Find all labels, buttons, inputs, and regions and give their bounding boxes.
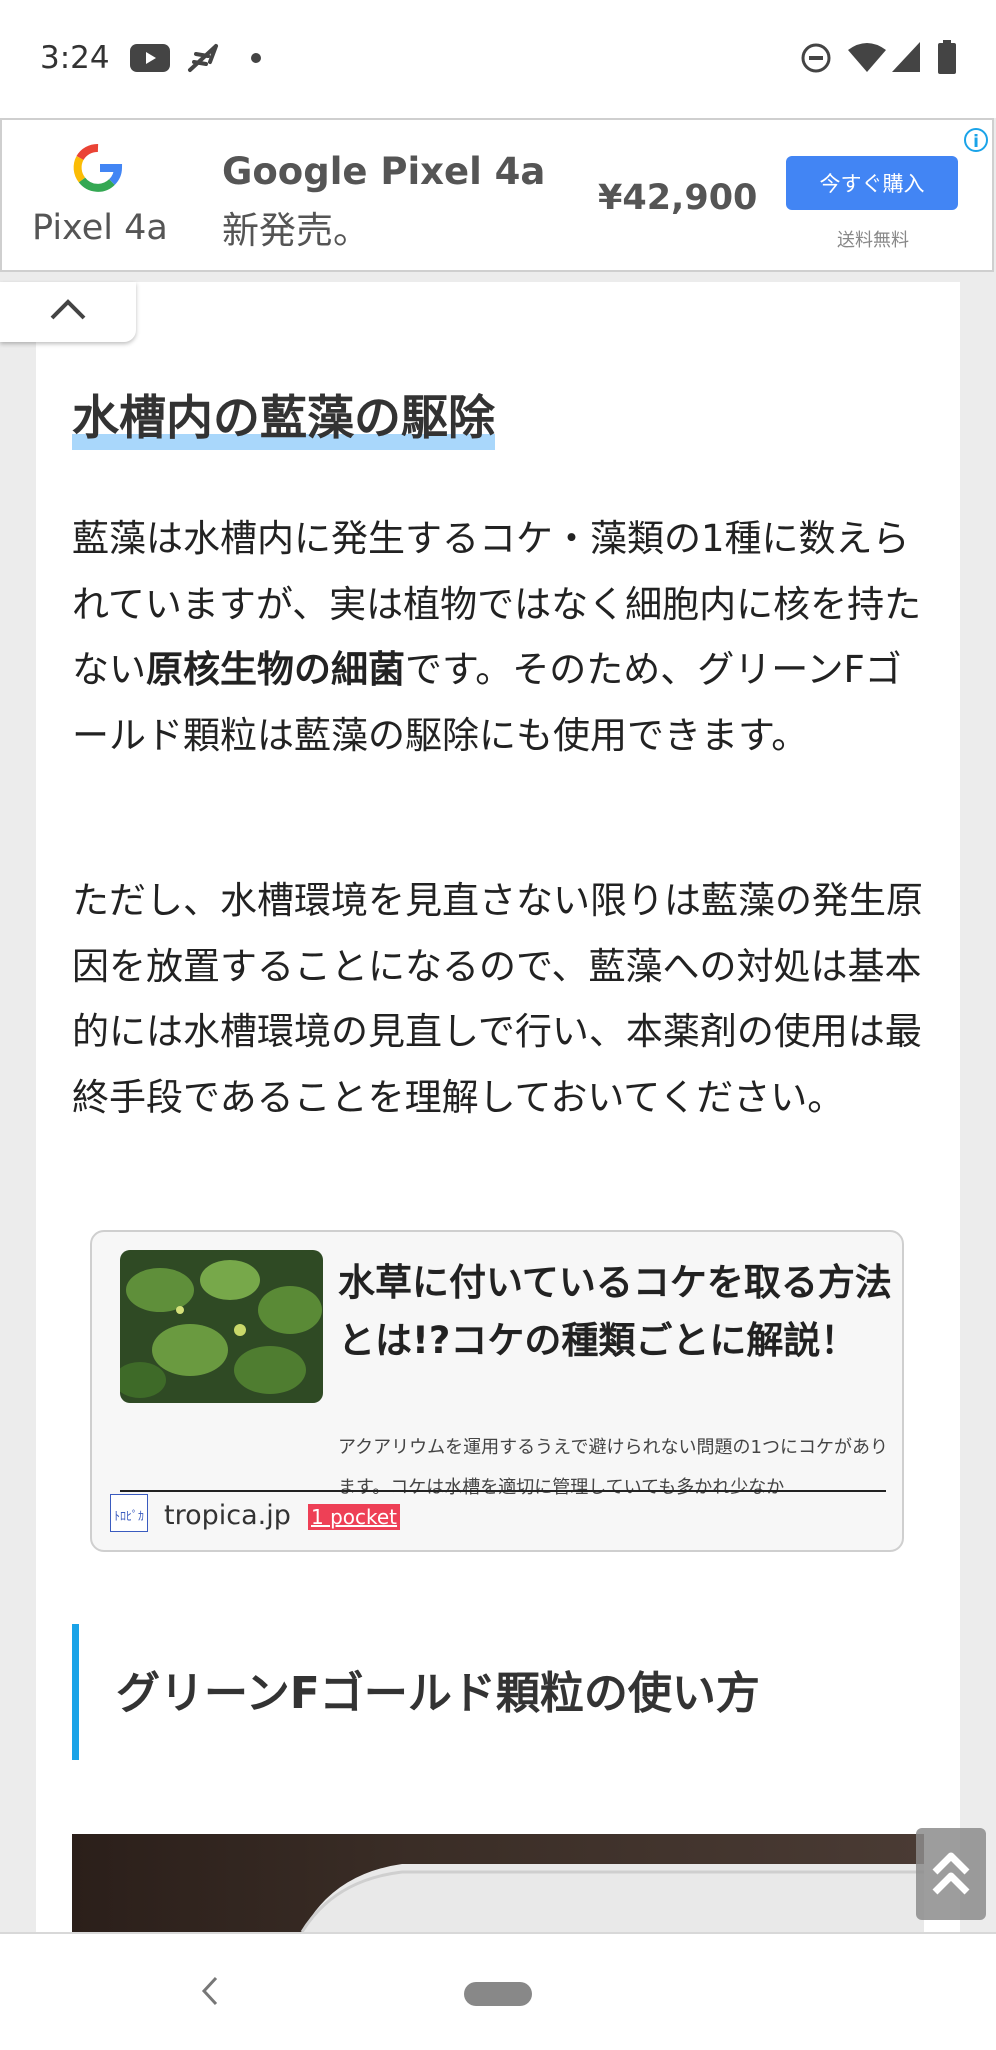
- battery-icon: [938, 40, 956, 74]
- pocket-count-badge[interactable]: 1 pocket: [308, 1504, 401, 1530]
- article-paragraph-2: ただし、水槽環境を見直さない限りは藍藻の発生原因を放置することになるので、藍藻へ…: [72, 879, 923, 1119]
- status-time: 3:24: [40, 40, 110, 76]
- home-pill-button[interactable]: [464, 1982, 532, 2006]
- youtube-icon: [130, 44, 170, 72]
- section-heading: 水槽内の藍藻の駆除: [72, 388, 495, 450]
- scroll-to-top-button[interactable]: [916, 1828, 986, 1920]
- site-favicon-icon: ﾄﾛﾋﾟｶ: [109, 1493, 149, 1533]
- chevron-up-icon: [50, 299, 86, 320]
- ad-banner[interactable]: Pixel 4a Google Pixel 4a 新発売。 ¥42,900 今す…: [0, 118, 994, 272]
- related-article-site[interactable]: tropica.jp: [164, 1500, 291, 1531]
- back-icon[interactable]: [200, 1974, 220, 2008]
- google-logo-icon: [73, 144, 123, 192]
- ad-info-icon[interactable]: i: [964, 128, 988, 152]
- related-article-excerpt: アクアリウムを運用するうえで避けられない問題の1つにコケがあります。コケは水槽を…: [338, 1437, 888, 1496]
- ad-collapse-button[interactable]: [0, 282, 136, 342]
- related-article-thumbnail[interactable]: [120, 1250, 323, 1403]
- card-divider: [120, 1490, 886, 1492]
- status-bar: 3:24: [0, 0, 996, 118]
- signal-icon: [892, 42, 920, 72]
- section-heading-2: グリーンFゴールド顆粒の使い方: [116, 1668, 760, 1719]
- heading-accent-bar: [72, 1624, 79, 1760]
- ad-logo-text: Pixel 4a: [32, 208, 168, 248]
- ad-headline[interactable]: Google Pixel 4a: [222, 150, 545, 193]
- buy-now-button[interactable]: 今すぐ購入: [786, 156, 958, 210]
- ad-price: ¥42,900: [598, 178, 758, 218]
- double-chevron-up-icon: [932, 1852, 970, 1895]
- favicon-text: ﾄﾛﾋﾟｶ: [114, 1509, 144, 1523]
- article-paragraph: 藍藻は水槽内に発生するコケ・藻類の1種に数えられていますが、実は植物ではなく細胞…: [72, 506, 934, 768]
- do-not-disturb-icon: [801, 43, 831, 73]
- system-nav-bar: [0, 1932, 996, 2050]
- ad-subline: 新発売。: [222, 209, 370, 252]
- wifi-icon: [848, 43, 886, 72]
- related-article-title[interactable]: 水草に付いているコケを取る方法とは!?コケの種類ごとに解説！: [338, 1254, 908, 1370]
- dot-icon: [251, 53, 261, 63]
- article-photo: [72, 1834, 924, 1932]
- para1-bold: 原核生物の細菌: [146, 648, 405, 691]
- ad-shipping: 送料無料: [837, 230, 909, 251]
- feather-icon: [188, 44, 218, 72]
